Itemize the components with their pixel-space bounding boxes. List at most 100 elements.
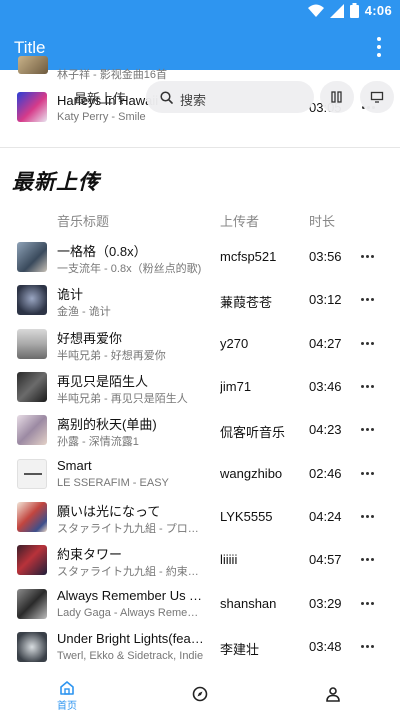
song-row[interactable]: 好想再爱你 半吨兄弟 - 好想再爱你 y270 04:27 [0, 322, 400, 366]
album-cover [17, 545, 47, 575]
album-cover [17, 92, 47, 122]
partial-list-item[interactable]: 林子祥 - 影视金曲16首 [16, 56, 386, 82]
song-duration: 03:12 [309, 292, 342, 307]
song-uploader: jim71 [220, 379, 252, 394]
wifi-icon [307, 4, 324, 17]
song-row[interactable]: 再见只是陌生人 半吨兄弟 - 再见只是陌生人 jim71 03:46 [0, 365, 400, 409]
search-icon [160, 91, 173, 104]
song-duration: 02:46 [309, 466, 342, 481]
album-cover [18, 56, 48, 74]
screen-button[interactable] [360, 81, 394, 113]
song-uploader: wangzhibo [220, 466, 283, 481]
song-uploader: 李建壮 [220, 642, 260, 657]
more-icon[interactable] [361, 472, 374, 475]
more-icon[interactable] [361, 255, 374, 258]
home-icon [60, 681, 74, 695]
song-subtitle: Lady Gaga - Always Remember Us [57, 607, 207, 619]
album-cover [17, 459, 47, 489]
album-cover [17, 632, 47, 662]
search-placeholder: 搜索 [180, 93, 207, 108]
album-cover [17, 372, 47, 402]
song-subtitle: LE SSERAFIM - EASY [57, 477, 169, 489]
battery-icon [349, 3, 359, 18]
song-row[interactable]: 約束タワー スタァライト九九組 - 約束タワー liiiii 04:57 [0, 538, 400, 582]
nav-home-label: 首页 [57, 701, 77, 712]
album-cover [17, 502, 47, 532]
album-cover [17, 285, 47, 315]
song-title: 诡计 [57, 287, 84, 302]
column-header-title: 音乐标题 [57, 214, 110, 229]
song-duration: 04:24 [309, 509, 342, 524]
song-row[interactable]: 願いは光になって スタァライト九九組 - プロローグ LYK5555 04:24 [0, 495, 400, 539]
song-duration: 04:23 [309, 422, 342, 437]
playlist-button[interactable] [320, 81, 354, 113]
album-cover [17, 329, 47, 359]
song-subtitle: スタァライト九九組 - 約束タワー [57, 566, 207, 578]
song-uploader: shanshan [220, 596, 277, 611]
song-duration: 03:29 [309, 596, 342, 611]
song-title: 一格格（0.8x） [57, 244, 147, 259]
monitor-icon [370, 91, 384, 103]
song-duration: 03:48 [309, 639, 342, 654]
signal-icon [329, 3, 344, 18]
more-icon[interactable] [361, 645, 374, 648]
floating-section-label: 最新上传 [74, 91, 127, 106]
song-row[interactable]: 离别的秋天(单曲) 孙露 - 深情流露1 侃客听音乐 04:23 [0, 408, 400, 452]
song-subtitle: 孙露 - 深情流露1 [57, 436, 139, 448]
status-icons: 4:06 [307, 3, 392, 18]
chevron-right-icon[interactable] [88, 172, 98, 186]
song-duration: 03:46 [309, 379, 342, 394]
album-cover [17, 589, 47, 619]
song-title: Under Bright Lights(feat. Ekko) [57, 631, 207, 646]
column-header-duration: 时长 [309, 214, 336, 229]
app-title: Title [14, 38, 46, 57]
divider [0, 147, 400, 148]
compass-icon [192, 686, 208, 702]
more-icon[interactable] [361, 298, 374, 301]
song-uploader: 蒹葭苍苍 [220, 295, 273, 310]
search-box[interactable]: 搜索 [146, 81, 314, 113]
song-title: 离别的秋天(单曲) [57, 417, 157, 432]
person-icon [326, 687, 340, 702]
more-icon[interactable] [361, 515, 374, 518]
bottom-navigation: 首页 [0, 676, 400, 712]
song-title: 願いは光になって [57, 504, 161, 519]
song-row[interactable]: 一格格（0.8x） 一支流年 - 0.8x（粉丝点的歌) mcfsp521 03… [0, 235, 400, 279]
song-row[interactable]: 诡计 金渔 - 诡计 蒹葭苍苍 03:12 [0, 278, 400, 322]
song-row[interactable]: Smart LE SSERAFIM - EASY wangzhibo 02:46 [0, 452, 400, 496]
song-title: 約束タワー [57, 547, 123, 562]
nav-discover[interactable] [170, 686, 230, 712]
more-icon[interactable] [361, 428, 374, 431]
song-uploader: mcfsp521 [220, 249, 277, 264]
more-icon[interactable] [361, 558, 374, 561]
album-cover [17, 242, 47, 272]
more-icon[interactable] [361, 385, 374, 388]
song-subtitle: 一支流年 - 0.8x（粉丝点的歌) [57, 263, 202, 275]
column-header-uploader: 上传者 [220, 214, 260, 229]
song-subtitle: 半吨兄弟 - 好想再爱你 [57, 350, 166, 362]
song-uploader: LYK5555 [220, 509, 273, 524]
song-subtitle: スタァライト九九組 - プロローグ [57, 523, 207, 535]
album-cover [17, 415, 47, 445]
nav-home[interactable]: 首页 [37, 680, 97, 712]
more-icon[interactable] [361, 342, 374, 345]
song-row[interactable]: Always Remember Us This Way Lady Gaga - … [0, 582, 400, 626]
status-time: 4:06 [364, 3, 392, 18]
section-title[interactable]: 最新上传 [12, 166, 100, 196]
status-bar: 4:06 [0, 0, 400, 24]
song-uploader: 侃客听音乐 [220, 425, 286, 440]
overflow-menu-icon[interactable] [376, 37, 382, 57]
song-subtitle: 金渔 - 诡计 [57, 306, 111, 318]
more-icon[interactable] [361, 602, 374, 605]
song-row[interactable]: Under Bright Lights(feat. Ekko) Twerl, E… [0, 625, 400, 669]
song-title: Always Remember Us This Way [57, 588, 207, 603]
song-title: 再见只是陌生人 [57, 374, 149, 389]
song-title: Smart [57, 458, 92, 473]
song-subtitle: Twerl, Ekko & Sidetrack, Indie [57, 650, 204, 662]
song-title: 好想再爱你 [57, 331, 123, 346]
nav-profile[interactable] [303, 686, 363, 712]
floating-toolbar: 最新上传 搜索 [74, 80, 394, 114]
song-uploader: liiiii [220, 552, 238, 567]
song-uploader: y270 [220, 336, 249, 351]
song-duration: 04:27 [309, 336, 342, 351]
